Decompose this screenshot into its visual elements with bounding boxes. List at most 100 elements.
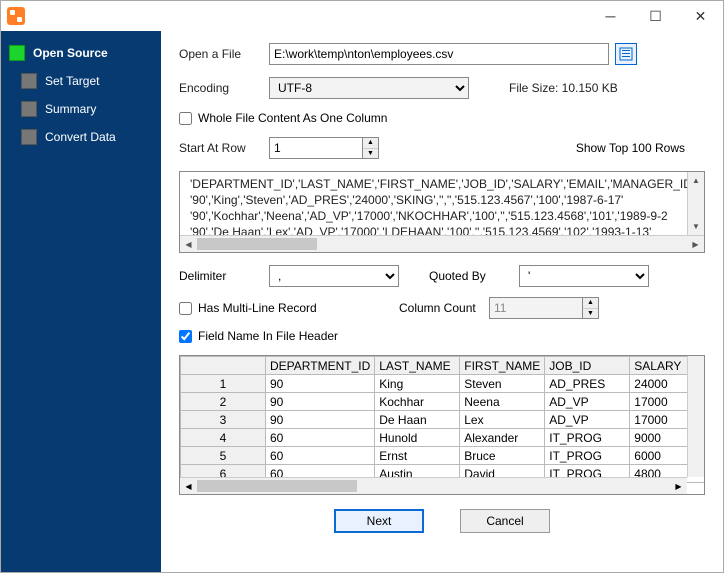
table-cell: Lex (460, 411, 545, 429)
table-row[interactable]: 560ErnstBruceIT_PROG6000E (181, 447, 706, 465)
window-maximize-button[interactable]: ☐ (633, 1, 678, 31)
file-preview: 'DEPARTMENT_ID','LAST_NAME','FIRST_NAME'… (179, 171, 705, 253)
table-cell: Neena (460, 393, 545, 411)
sidebar-item-convert-data[interactable]: Convert Data (1, 123, 161, 151)
table-cell: AD_VP (545, 393, 630, 411)
sidebar-item-label: Set Target (45, 74, 99, 88)
window-close-button[interactable]: ✕ (678, 1, 723, 31)
step-indicator-icon (9, 45, 25, 61)
browse-icon (619, 47, 633, 61)
fieldname-header-label: Field Name In File Header (198, 329, 338, 343)
col-header[interactable]: LAST_NAME (375, 357, 460, 375)
fieldname-header-checkbox[interactable] (179, 330, 192, 343)
column-count-spin[interactable]: ▲ ▼ (489, 297, 599, 319)
delimiter-select[interactable]: , (269, 265, 399, 287)
spin-down-icon[interactable]: ▼ (583, 309, 598, 319)
browse-file-button[interactable] (615, 43, 637, 65)
table-cell: 60 (266, 429, 375, 447)
spin-down-icon[interactable]: ▼ (363, 149, 378, 159)
table-cell: King (375, 375, 460, 393)
scroll-down-icon[interactable]: ▼ (688, 218, 704, 235)
open-file-label: Open a File (179, 47, 269, 61)
col-header[interactable]: JOB_ID (545, 357, 630, 375)
file-size-text: File Size: 10.150 KB (509, 81, 618, 95)
row-number: 3 (181, 411, 266, 429)
cancel-button[interactable]: Cancel (460, 509, 550, 533)
spin-up-icon[interactable]: ▲ (363, 138, 378, 149)
scroll-left-icon[interactable]: ◀ (180, 236, 197, 252)
step-indicator-icon (21, 73, 37, 89)
preview-line: '90','King','Steven','AD_PRES','24000','… (190, 192, 698, 208)
start-row-label: Start At Row (179, 141, 269, 155)
table-cell: De Haan (375, 411, 460, 429)
wizard-sidebar: Open Source Set Target Summary Convert D… (1, 31, 161, 572)
encoding-label: Encoding (179, 81, 269, 95)
titlebar: ─ ☐ ✕ (1, 1, 723, 31)
table-row[interactable]: 460HunoldAlexanderIT_PROG9000A (181, 429, 706, 447)
sidebar-item-open-source[interactable]: Open Source (1, 39, 161, 67)
app-icon (7, 7, 25, 25)
scroll-up-icon[interactable]: ▲ (688, 172, 704, 189)
delimiter-label: Delimiter (179, 269, 269, 283)
quoted-by-label: Quoted By (429, 269, 519, 283)
table-cell: Bruce (460, 447, 545, 465)
sidebar-item-set-target[interactable]: Set Target (1, 67, 161, 95)
step-indicator-icon (21, 129, 37, 145)
spin-up-icon[interactable]: ▲ (583, 298, 598, 309)
sidebar-item-label: Open Source (33, 46, 108, 60)
table-corner (181, 357, 266, 375)
scroll-thumb[interactable] (197, 480, 357, 492)
table-row[interactable]: 190KingStevenAD_PRES24000S (181, 375, 706, 393)
sidebar-item-label: Convert Data (45, 130, 116, 144)
table-cell: IT_PROG (545, 447, 630, 465)
row-number: 5 (181, 447, 266, 465)
preview-scrollbar-vertical[interactable]: ▲ ▼ (687, 172, 704, 235)
table-scrollbar-horizontal[interactable]: ◀ ▶ (180, 477, 687, 494)
row-number: 2 (181, 393, 266, 411)
preview-scrollbar-horizontal[interactable]: ◀ ▶ (180, 235, 704, 252)
table-row[interactable]: 390De HaanLexAD_VP17000L (181, 411, 706, 429)
preview-line: '90','Kochhar','Neena','AD_VP','17000','… (190, 208, 698, 224)
table-cell: 90 (266, 375, 375, 393)
step-indicator-icon (21, 101, 37, 117)
data-table-container: DEPARTMENT_ID LAST_NAME FIRST_NAME JOB_I… (179, 355, 705, 495)
col-header[interactable]: DEPARTMENT_ID (266, 357, 375, 375)
table-cell: 90 (266, 393, 375, 411)
table-row[interactable]: 290KochharNeenaAD_VP17000N (181, 393, 706, 411)
preview-line: 'DEPARTMENT_ID','LAST_NAME','FIRST_NAME'… (190, 176, 698, 192)
col-header[interactable]: FIRST_NAME (460, 357, 545, 375)
table-cell: 60 (266, 447, 375, 465)
column-count-label: Column Count (399, 301, 489, 315)
sidebar-item-label: Summary (45, 102, 96, 116)
sidebar-item-summary[interactable]: Summary (1, 95, 161, 123)
window-minimize-button[interactable]: ─ (588, 1, 633, 31)
data-table: DEPARTMENT_ID LAST_NAME FIRST_NAME JOB_I… (180, 356, 705, 495)
scroll-left-icon[interactable]: ◀ (180, 478, 197, 494)
main-panel: Open a File Encoding UTF-8 File Size: 10… (161, 31, 723, 572)
row-number: 4 (181, 429, 266, 447)
show-top-rows-label: Show Top 100 Rows (576, 141, 705, 155)
quoted-by-select[interactable]: ' (519, 265, 649, 287)
table-cell: Alexander (460, 429, 545, 447)
file-path-input[interactable] (269, 43, 609, 65)
next-button[interactable]: Next (334, 509, 424, 533)
encoding-select[interactable]: UTF-8 (269, 77, 469, 99)
table-cell: Kochhar (375, 393, 460, 411)
start-row-spin[interactable]: ▲ ▼ (269, 137, 379, 159)
multiline-label: Has Multi-Line Record (198, 301, 317, 315)
table-cell: Ernst (375, 447, 460, 465)
column-count-input[interactable] (490, 298, 582, 318)
scroll-right-icon[interactable]: ▶ (687, 236, 704, 252)
whole-file-label: Whole File Content As One Column (198, 111, 387, 125)
multiline-checkbox[interactable] (179, 302, 192, 315)
scroll-right-icon[interactable]: ▶ (670, 478, 687, 494)
table-cell: 90 (266, 411, 375, 429)
table-cell: AD_PRES (545, 375, 630, 393)
start-row-input[interactable] (270, 138, 362, 158)
table-cell: AD_VP (545, 411, 630, 429)
whole-file-checkbox[interactable] (179, 112, 192, 125)
table-scrollbar-vertical[interactable] (687, 356, 704, 477)
row-number: 1 (181, 375, 266, 393)
scroll-thumb[interactable] (197, 238, 317, 250)
table-cell: Steven (460, 375, 545, 393)
